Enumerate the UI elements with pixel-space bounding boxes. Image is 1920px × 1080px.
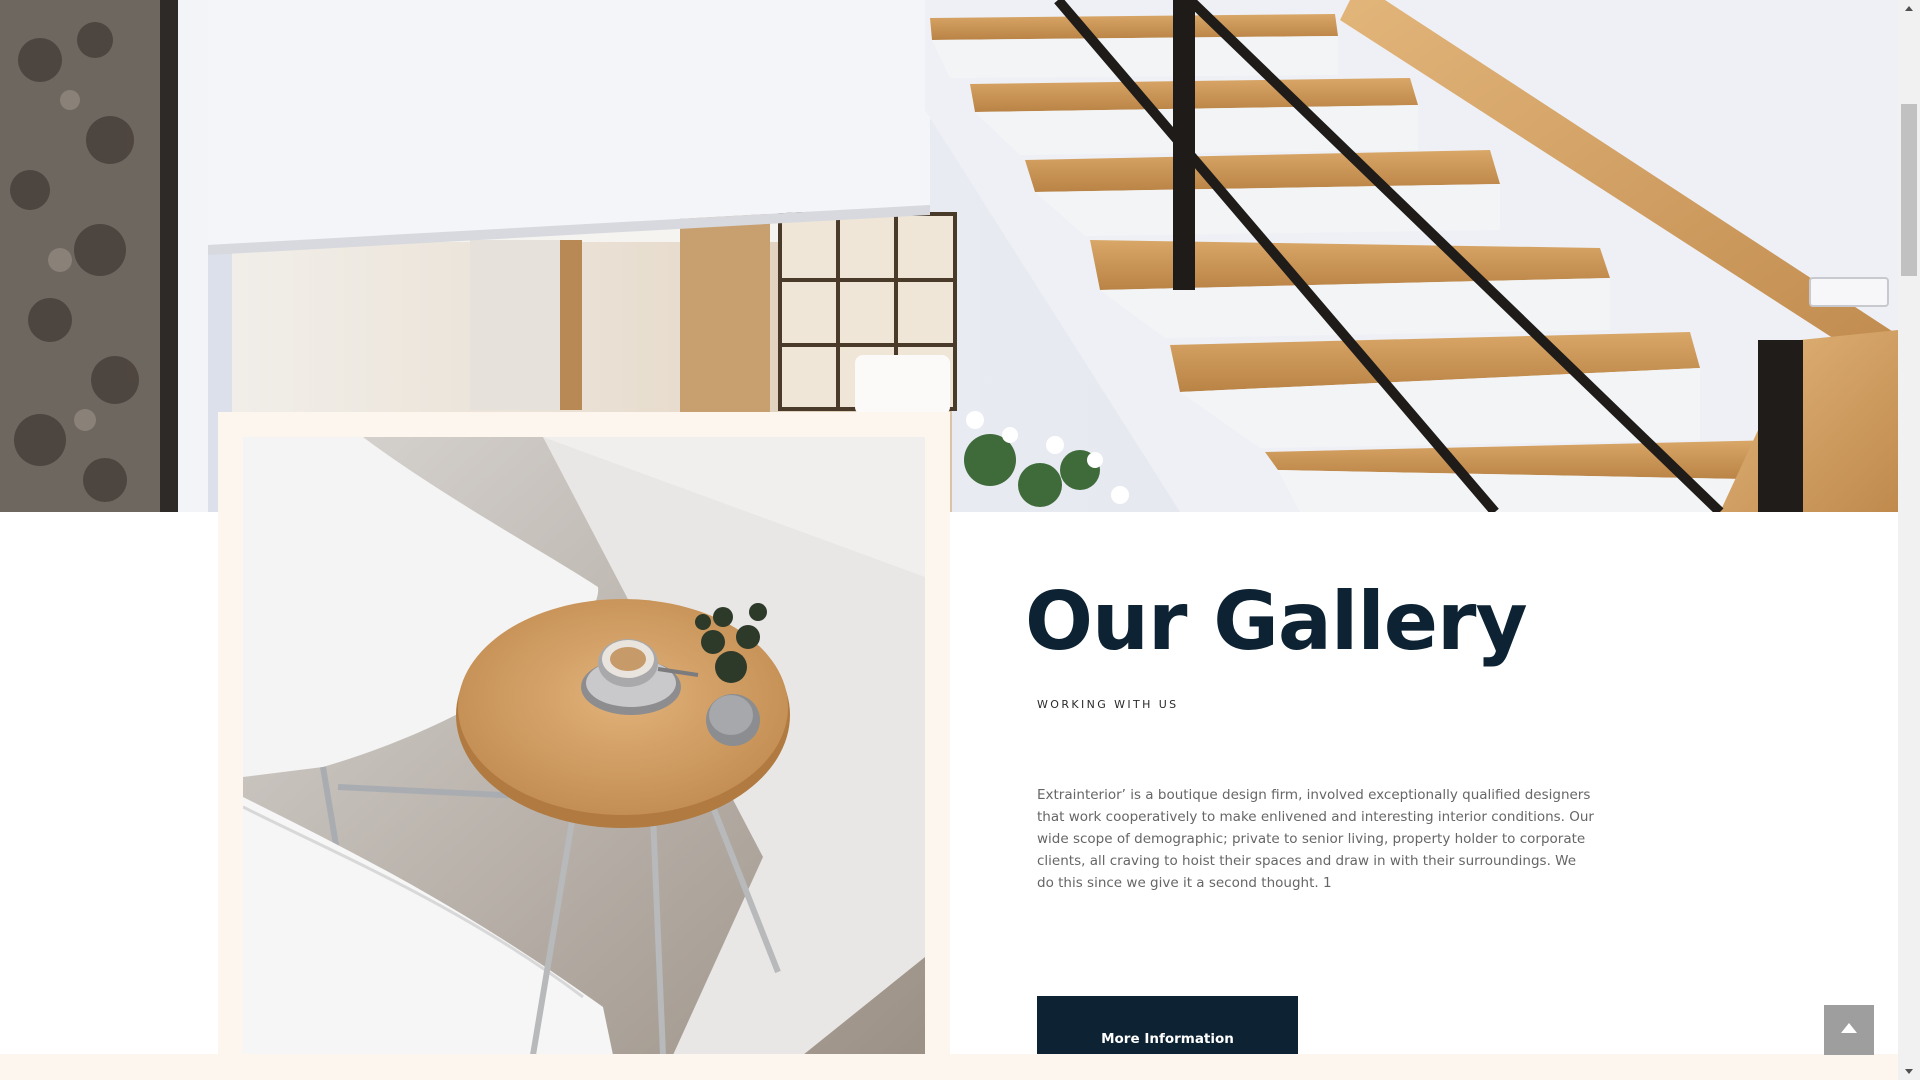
gallery-title: Our Gallery — [1025, 575, 1528, 668]
scroll-down-arrow-icon[interactable] — [1898, 1063, 1920, 1080]
back-to-top-button[interactable] — [1824, 1005, 1874, 1055]
next-section-strip — [0, 1054, 1898, 1080]
scroll-up-arrow-icon[interactable] — [1898, 0, 1920, 17]
gallery-description: Extrainterior’ is a boutique design firm… — [1037, 787, 1594, 891]
scrollbar-thumb[interactable] — [1901, 104, 1917, 276]
chevron-up-icon — [1840, 1021, 1858, 1039]
page-scrollbar[interactable] — [1898, 0, 1920, 1080]
gallery-subtitle: WORKING WITH US — [1037, 698, 1179, 711]
gallery-side-table-image — [243, 437, 925, 1055]
more-information-button[interactable]: More Information — [1037, 996, 1298, 1060]
